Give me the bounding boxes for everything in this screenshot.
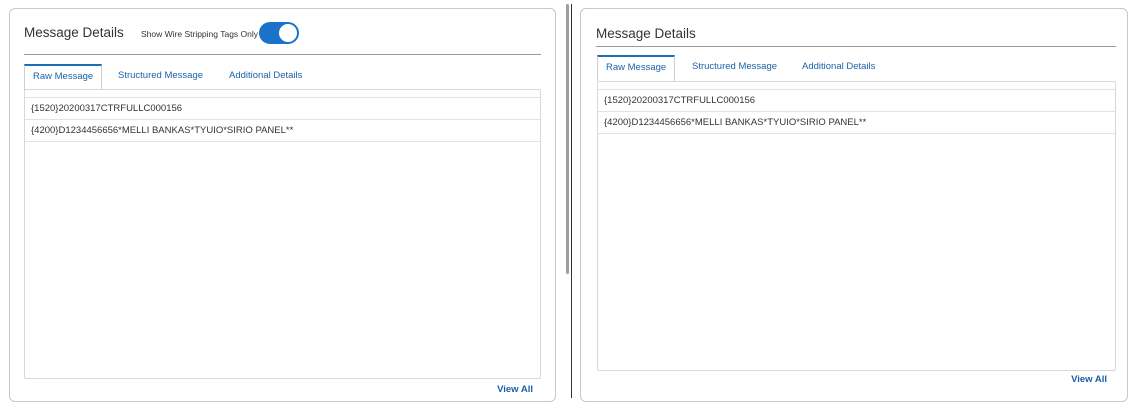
toggle-knob	[279, 24, 297, 42]
message-line: {4200}D1234456656*MELLI BANKAS*TYUIO*SIR…	[598, 112, 1115, 134]
tab-additional-details[interactable]: Additional Details	[802, 55, 875, 77]
tab-raw-message[interactable]: Raw Message	[597, 55, 676, 81]
panel-header: Message Details	[596, 9, 1116, 47]
message-details-panel-left: Message Details Show Wire Stripping Tags…	[9, 8, 556, 402]
tab-structured-message[interactable]: Structured Message	[118, 64, 203, 86]
panel-title: Message Details	[596, 26, 696, 41]
split-divider[interactable]	[571, 4, 572, 398]
tab-structured-message[interactable]: Structured Message	[692, 55, 777, 77]
tab-additional-details[interactable]: Additional Details	[229, 64, 302, 86]
wire-stripping-toggle[interactable]	[259, 22, 299, 44]
tab-raw-message[interactable]: Raw Message	[24, 64, 103, 90]
raw-message-content: {1520}20200317CTRFULLC000156 {4200}D1234…	[597, 81, 1116, 371]
panel-title: Message Details	[24, 25, 124, 40]
view-all-link[interactable]: View All	[497, 384, 533, 395]
wire-stripping-toggle-label: Show Wire Stripping Tags Only	[141, 29, 259, 39]
message-line: {1520}20200317CTRFULLC000156	[598, 89, 1115, 112]
panel-header: Message Details Show Wire Stripping Tags…	[24, 9, 541, 55]
message-line: {1520}20200317CTRFULLC000156	[25, 97, 540, 120]
scrollbar-thumb[interactable]	[566, 4, 569, 274]
view-all-link[interactable]: View All	[1071, 374, 1107, 385]
raw-message-content: {1520}20200317CTRFULLC000156 {4200}D1234…	[24, 89, 541, 379]
message-details-panel-right: Message Details Raw Message Structured M…	[580, 8, 1128, 402]
message-line: {4200}D1234456656*MELLI BANKAS*TYUIO*SIR…	[25, 120, 540, 142]
